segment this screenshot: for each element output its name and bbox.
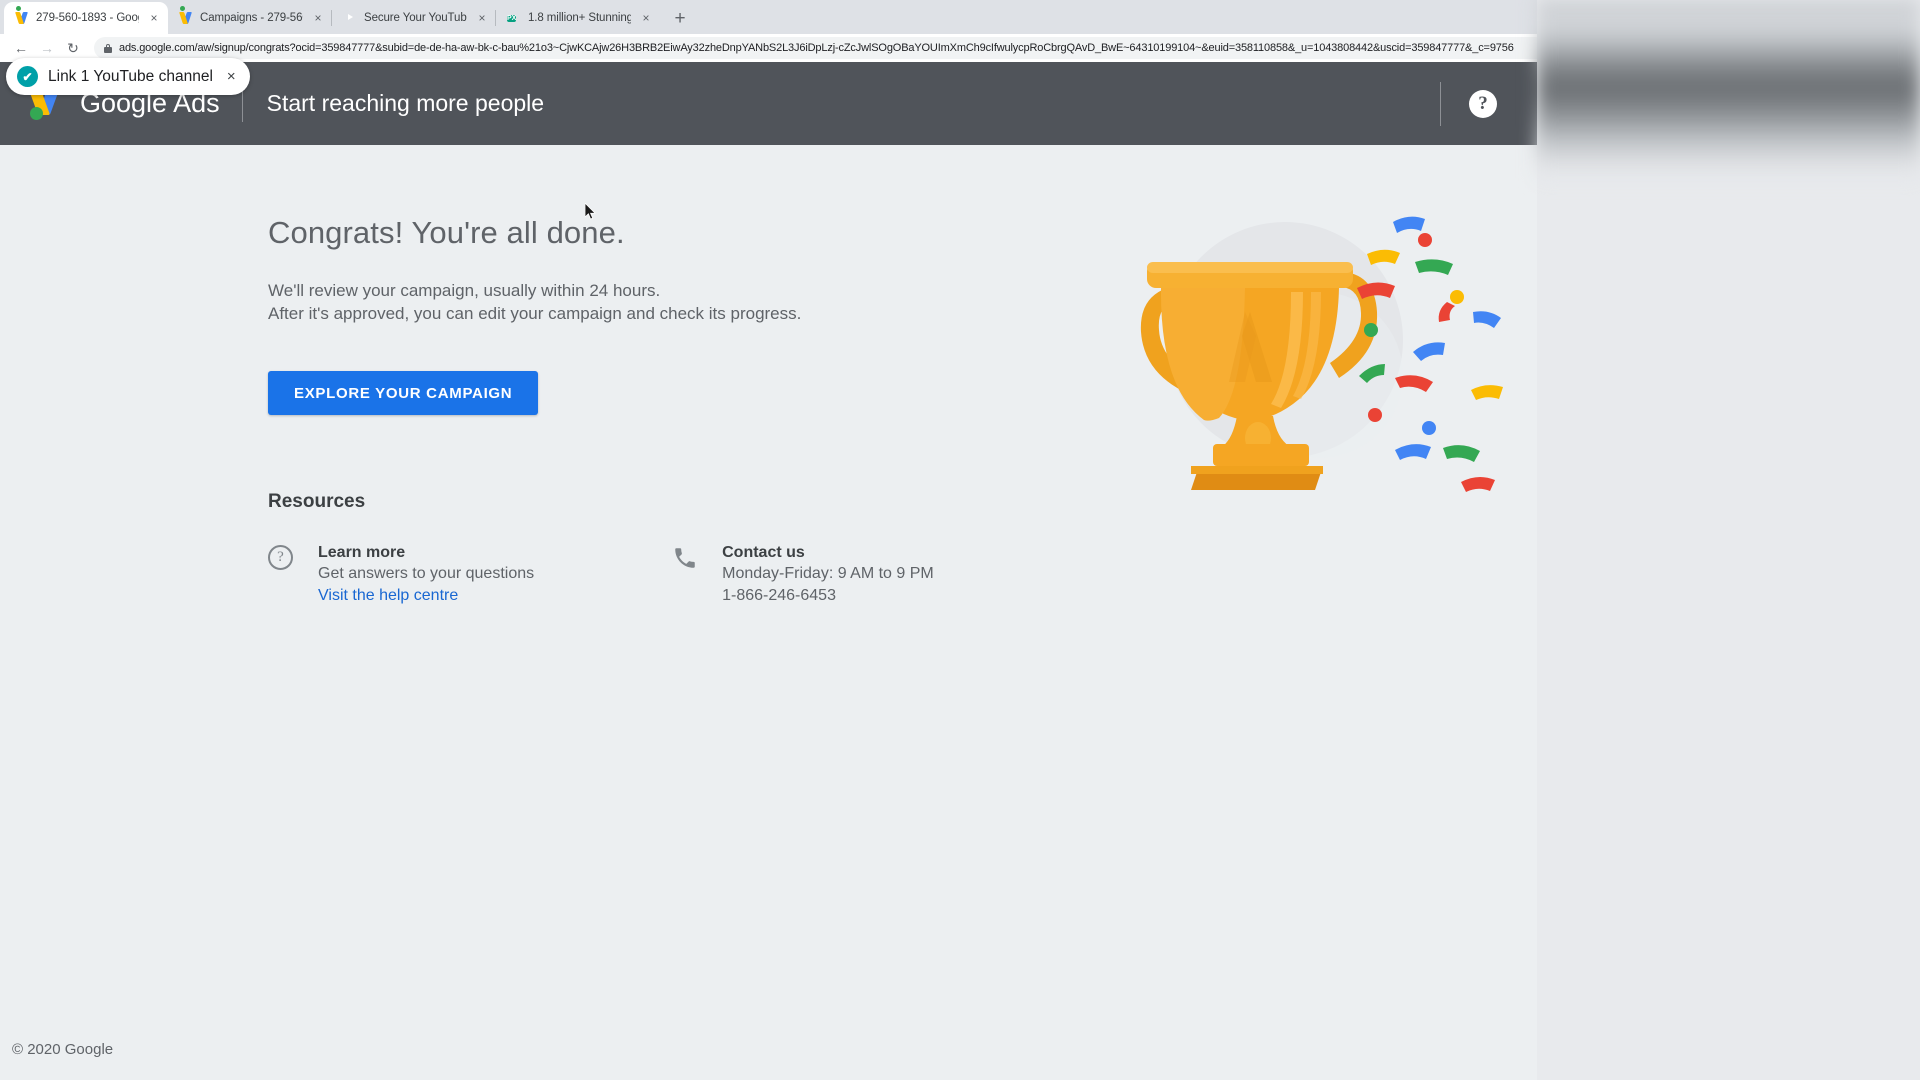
google-ads-icon — [15, 6, 29, 25]
screen-root: 279-560-1893 - Google Ads × Campaigns - … — [0, 0, 1920, 1080]
browser-tab-title: Campaigns - 279-560-1893 - — [200, 12, 303, 24]
browser-tab-1[interactable]: 279-560-1893 - Google Ads × — [4, 2, 168, 34]
resource-title: Learn more — [318, 544, 406, 561]
lock-icon — [104, 43, 112, 53]
check-circle-icon: ✔ — [17, 66, 38, 87]
browser-tab-title: Secure Your YouTube Account — [364, 12, 467, 24]
phone-icon — [672, 545, 698, 571]
close-icon[interactable]: × — [227, 68, 236, 85]
resource-contact-us: Contact us Monday-Friday: 9 AM to 9 PM 1… — [672, 542, 934, 607]
toast-notification[interactable]: ✔ Link 1 YouTube channel × — [6, 58, 250, 95]
trophy-celebration-illustration — [1095, 200, 1515, 510]
browser-tab-3[interactable]: Secure Your YouTube Account × — [332, 2, 496, 34]
browser-tab-4[interactable]: PX 1.8 million+ Stunning Free Ima × — [496, 2, 660, 34]
close-icon[interactable]: × — [310, 10, 326, 26]
pexels-icon: PX — [507, 15, 517, 22]
blurred-region — [1537, 0, 1920, 178]
help-icon[interactable]: ? — [1469, 89, 1497, 118]
page-body: Congrats! You're all done. We'll review … — [0, 145, 1537, 1080]
new-tab-button[interactable]: + — [666, 4, 694, 32]
resource-learn-more: ? Learn more Get answers to your questio… — [268, 542, 534, 607]
browser-tab-title: 279-560-1893 - Google Ads — [36, 12, 139, 24]
toast-label: Link 1 YouTube channel — [48, 67, 213, 85]
help-centre-link[interactable]: Visit the help centre — [318, 587, 458, 604]
copyright-text: © 2020 Google — [12, 1040, 114, 1058]
explore-campaign-button[interactable]: EXPLORE YOUR CAMPAIGN — [268, 371, 539, 415]
close-icon[interactable]: × — [474, 10, 490, 26]
page-title: Start reaching more people — [266, 90, 545, 116]
header-actions: ? — [1440, 81, 1537, 126]
youtube-icon — [343, 11, 357, 25]
resource-phone-number: 1-866-246-6453 — [722, 587, 836, 604]
resource-title: Contact us — [722, 544, 805, 561]
resource-hours: Monday-Friday: 9 AM to 9 PM — [722, 565, 934, 582]
header-actions-divider — [1440, 81, 1441, 126]
resources-grid: ? Learn more Get answers to your questio… — [268, 542, 1318, 607]
resource-description: Get answers to your questions — [318, 565, 535, 582]
close-icon[interactable]: × — [638, 10, 654, 26]
browser-tab-2[interactable]: Campaigns - 279-560-1893 - × — [168, 2, 332, 34]
browser-tab-title: 1.8 million+ Stunning Free Ima — [528, 12, 631, 24]
close-icon[interactable]: × — [146, 10, 162, 26]
url-text: ads.google.com/aw/signup/congrats?ocid=3… — [119, 42, 1514, 54]
page-footer: © 2020 Google — [0, 1018, 1537, 1080]
google-ads-icon — [179, 6, 193, 25]
help-question-icon: ? — [268, 545, 294, 571]
